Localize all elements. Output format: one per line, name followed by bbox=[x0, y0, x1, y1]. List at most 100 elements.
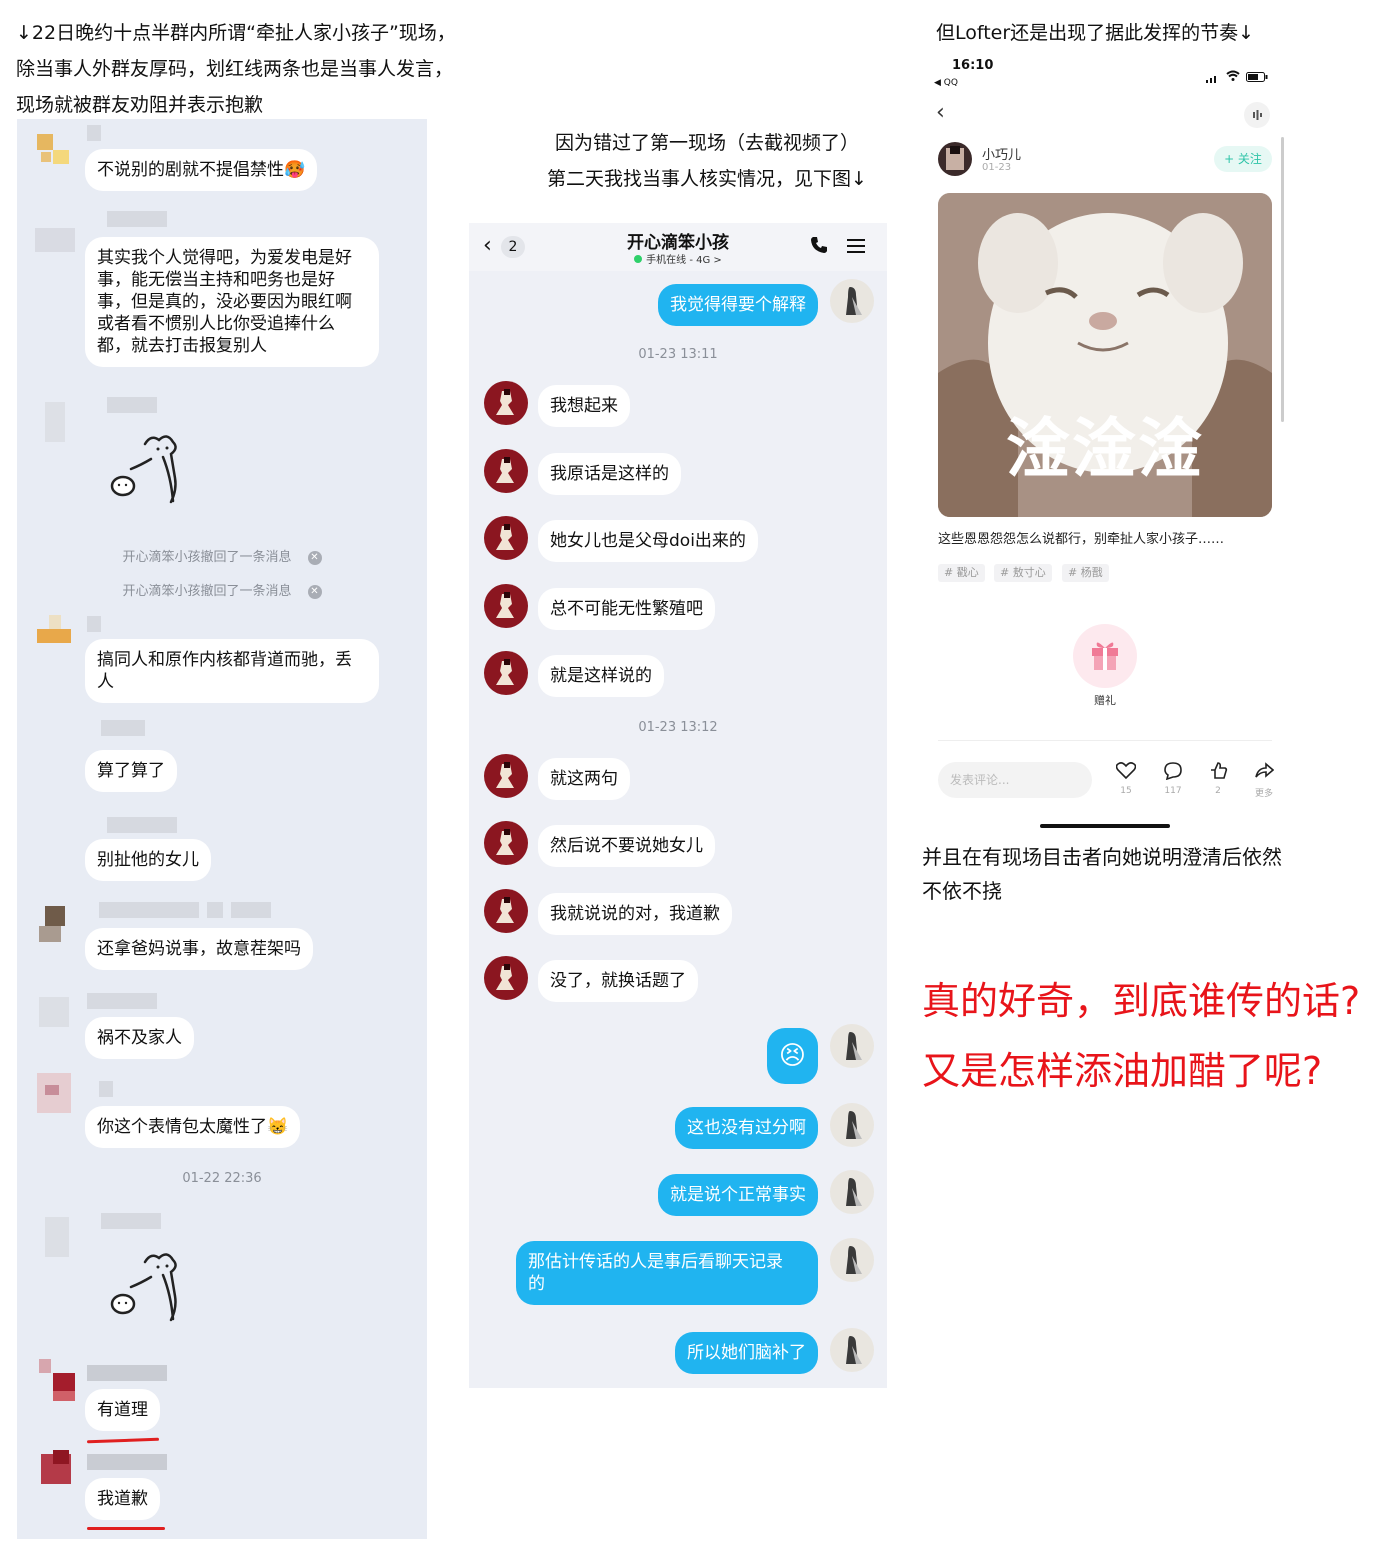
avatar-blurred bbox=[27, 1355, 79, 1407]
chat-bubble-sent: 所以她们脑补了 bbox=[675, 1332, 818, 1374]
author-avatar[interactable] bbox=[938, 142, 972, 176]
divider bbox=[938, 740, 1272, 741]
timestamp: 01-22 22:36 bbox=[182, 1171, 262, 1186]
recall-text: 开心滴笨小孩撤回了一条消息 bbox=[122, 550, 292, 565]
status-back-app[interactable]: ◀ QQ bbox=[934, 78, 958, 88]
private-chat-screenshot: ‹ 2 开心滴笨小孩 手机在线 - 4G > 我觉得得要个解释 01-23 13… bbox=[469, 223, 887, 1388]
avatar-self bbox=[830, 1170, 874, 1214]
heart-icon bbox=[1115, 762, 1137, 780]
avatar-contact bbox=[484, 956, 528, 1000]
signal-icon bbox=[1206, 68, 1220, 83]
caption-left: ↓22日晚约十点半群内所谓“牵扯人家小孩子”现场， 除当事人外群友厚码，划红线两… bbox=[16, 15, 456, 123]
avatar-contact bbox=[484, 584, 528, 628]
gift-label: 赠礼 bbox=[1094, 694, 1116, 707]
bear-sticker bbox=[103, 429, 203, 513]
home-indicator bbox=[1040, 824, 1170, 828]
caption-right: 但Lofter还是出现了据此发挥的节奏↓ bbox=[936, 22, 1255, 44]
phone-icon[interactable] bbox=[809, 235, 829, 255]
avatar-contact bbox=[484, 449, 528, 493]
like-stat[interactable]: 15 bbox=[1106, 762, 1146, 796]
wifi-icon bbox=[1226, 66, 1240, 81]
avatar-contact bbox=[484, 516, 528, 560]
chat-bubble-received: 我想起来 bbox=[538, 385, 630, 427]
recall-text: 开心滴笨小孩撤回了一条消息 bbox=[122, 584, 292, 599]
close-icon[interactable]: ✕ bbox=[307, 550, 322, 565]
chat-bubble-received: 她女儿也是父母doi出来的 bbox=[538, 520, 758, 562]
chat-bubble: 我道歉 bbox=[85, 1478, 160, 1520]
scrollbar[interactable] bbox=[1281, 137, 1284, 422]
avatar-self bbox=[830, 1024, 874, 1068]
timestamp: 01-23 13:11 bbox=[638, 347, 718, 362]
chat-bubble: 其实我个人觉得吧，为爱发电是好 事，能无偿当主持和吧务也是好 事，但是真的，没必… bbox=[85, 237, 379, 367]
like-count: 15 bbox=[1120, 786, 1132, 796]
online-status-text: 手机在线 - 4G > bbox=[646, 255, 722, 266]
caption-middle: 因为错过了第一现场（去截视频了） 第二天我找当事人核实情况，见下图↓ bbox=[526, 125, 888, 197]
gift-button[interactable] bbox=[1073, 624, 1137, 688]
chat-bubble: 你这个表情包太魔性了😸 bbox=[85, 1106, 301, 1148]
chat-bubble-received: 我原话是这样的 bbox=[538, 453, 681, 495]
comment-input[interactable]: 发表评论... bbox=[938, 762, 1092, 798]
back-chevron-icon[interactable]: ‹ bbox=[936, 100, 945, 125]
followup-note: 并且在有现场目击者向她说明澄清后依然 不依不挠 bbox=[922, 840, 1282, 908]
avatar-blurred bbox=[27, 214, 79, 266]
author-name[interactable]: 小巧儿 bbox=[982, 144, 1021, 163]
follow-button[interactable]: + 关注 bbox=[1214, 146, 1272, 172]
chat-bubble-received: 没了，就换话题了 bbox=[538, 960, 698, 1002]
menu-icon[interactable] bbox=[846, 237, 866, 255]
chat-bubble-received: 然后说不要说她女儿 bbox=[538, 825, 715, 867]
post-date: 01-23 bbox=[982, 162, 1012, 173]
post-tag[interactable]: # 杨戬 bbox=[1062, 564, 1109, 582]
comment-icon bbox=[1164, 762, 1182, 781]
recommend-stat[interactable]: 2 bbox=[1198, 762, 1238, 796]
comment-count: 117 bbox=[1164, 786, 1182, 796]
red-underline bbox=[86, 1437, 160, 1444]
meme-caption: 淦淦淦 bbox=[1006, 413, 1204, 487]
avatar-contact bbox=[484, 821, 528, 865]
post-tag[interactable]: # 敖寸心 bbox=[994, 564, 1052, 582]
avatar-blurred bbox=[27, 124, 79, 176]
recall-notice: 开心滴笨小孩撤回了一条消息 ✕ bbox=[17, 580, 427, 599]
audio-icon[interactable] bbox=[1244, 102, 1270, 128]
caption-left-line: ↓22日晚约十点半群内所谓“牵扯人家小孩子”现场， bbox=[16, 22, 456, 44]
chat-bubble-sent: 那估计传话的人是事后看聊天记录 的 bbox=[516, 1241, 818, 1305]
more-label: 更多 bbox=[1254, 789, 1273, 799]
chat-bubble-received: 就是这样说的 bbox=[538, 655, 664, 697]
online-dot-icon bbox=[634, 255, 643, 263]
caption-left-line: 除当事人外群友厚码，划红线两条也是当事人发言， bbox=[16, 58, 454, 80]
avatar-blurred bbox=[27, 892, 79, 944]
avatar-contact bbox=[484, 651, 528, 695]
post-text: 这些恩恩怨怨怎么说都行，别牵扯人家小孩子…… bbox=[938, 532, 1225, 547]
chat-bubble-sent-emoji: 😣 bbox=[766, 1028, 818, 1084]
highlight-question: 真的好奇，到底谁传的话? bbox=[922, 979, 1361, 1023]
avatar-blurred bbox=[27, 1207, 79, 1259]
status-time: 16:10 bbox=[952, 58, 994, 73]
avatar-self bbox=[830, 1103, 874, 1147]
avatar-contact bbox=[484, 754, 528, 798]
comment-stat[interactable]: 117 bbox=[1153, 762, 1193, 796]
chat-header: ‹ 2 开心滴笨小孩 手机在线 - 4G > bbox=[469, 223, 887, 271]
chat-bubble-received: 我就说说的对，我道歉 bbox=[538, 893, 732, 935]
avatar-blurred bbox=[27, 1065, 79, 1117]
avatar-blurred bbox=[27, 985, 79, 1037]
caption-left-line: 现场就被群友劝阻并表示抱歉 bbox=[16, 94, 264, 116]
post-tag[interactable]: # 戳心 bbox=[938, 564, 985, 582]
lofter-post-screenshot: 16:10 ◀ QQ ‹ 小巧儿 01-23 + 关注 淦淦淦 这些恩恩怨怨怎么… bbox=[922, 52, 1292, 842]
avatar-blurred bbox=[27, 607, 79, 659]
chat-bubble: 算了算了 bbox=[85, 750, 177, 792]
caption-middle-line: 因为错过了第一现场（去截视频了） bbox=[554, 132, 859, 154]
cat-meme-image[interactable]: 淦淦淦 bbox=[938, 193, 1272, 517]
share-stat[interactable]: 更多 bbox=[1244, 762, 1284, 799]
avatar-blurred bbox=[27, 394, 79, 446]
timestamp: 01-23 13:12 bbox=[638, 720, 718, 735]
caption-middle-line: 第二天我找当事人核实情况，见下图↓ bbox=[547, 168, 867, 190]
avatar-blurred bbox=[27, 1444, 79, 1496]
close-icon[interactable]: ✕ bbox=[307, 584, 322, 599]
red-underline bbox=[87, 1527, 165, 1530]
avatar-self bbox=[830, 1238, 874, 1282]
share-icon bbox=[1255, 762, 1275, 778]
gift-icon bbox=[1089, 638, 1121, 672]
group-chat-screenshot: 不说别的剧就不提倡禁性🥵 其实我个人觉得吧，为爱发电是好 事，能无偿当主持和吧务… bbox=[17, 119, 427, 1539]
battery-icon bbox=[1246, 67, 1268, 82]
chat-bubble: 别扯他的女儿 bbox=[85, 839, 211, 881]
thumb-up-icon bbox=[1211, 762, 1228, 779]
